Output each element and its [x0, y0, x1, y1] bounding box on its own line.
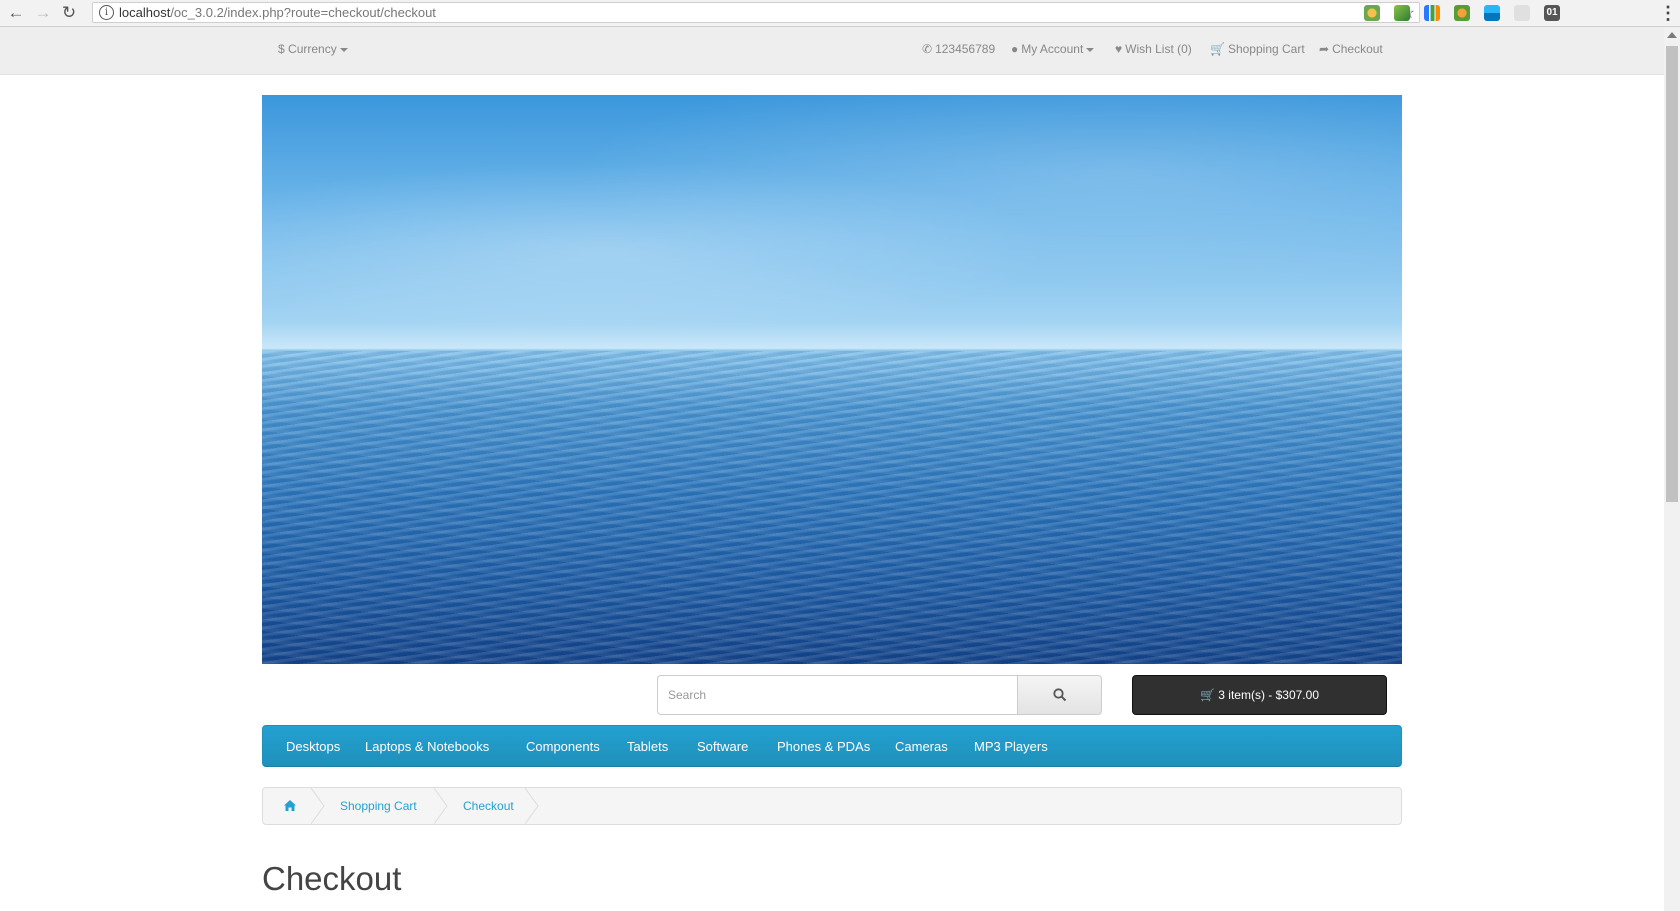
cart-button[interactable]: 🛒 3 item(s) - $307.00	[1132, 675, 1387, 715]
breadcrumb-item-shopping-cart[interactable]: Shopping Cart	[340, 799, 417, 813]
shopping-cart-label: Shopping Cart	[1227, 42, 1305, 56]
header-banner-image	[262, 95, 1402, 664]
share-arrow-icon: ➦	[1319, 42, 1330, 56]
breadcrumb-item-checkout[interactable]: Checkout	[463, 799, 514, 813]
menu-item-laptops-notebooks[interactable]: Laptops & Notebooks	[365, 739, 489, 754]
url-host: localhost	[119, 5, 171, 20]
menu-item-mp3-players[interactable]: MP3 Players	[974, 739, 1048, 754]
chevron-down-icon	[1086, 47, 1095, 52]
currency-dropdown[interactable]: $ Currency	[278, 42, 348, 56]
category-menu: Desktops Laptops & Notebooks Components …	[262, 725, 1402, 767]
checkout-label: Checkout	[1332, 42, 1383, 56]
search-icon	[1053, 688, 1067, 702]
menu-item-phones-pdas[interactable]: Phones & PDAs	[777, 739, 870, 754]
menu-item-software[interactable]: Software	[697, 739, 748, 754]
shopping-cart-link[interactable]: 🛒 Shopping Cart	[1210, 42, 1305, 56]
scrollbar-thumb[interactable]	[1666, 46, 1678, 502]
breadcrumb: Shopping Cart Checkout	[262, 787, 1402, 825]
my-account-label: My Account	[1021, 42, 1084, 56]
search-button[interactable]	[1017, 675, 1102, 715]
forward-arrow-icon[interactable]: →	[33, 3, 53, 23]
url-path: /oc_3.0.2/index.php?route=checkout/check…	[170, 5, 436, 20]
chevron-down-icon	[339, 47, 348, 52]
extension-puzzle-icon[interactable]	[1514, 5, 1530, 21]
address-bar[interactable]: i localhost/oc_3.0.2/index.php?route=che…	[92, 2, 1420, 23]
reload-icon[interactable]: ↻	[59, 3, 79, 23]
phone-icon: ✆	[922, 42, 933, 56]
extension-chart-icon[interactable]	[1424, 5, 1440, 21]
extension-bowl-icon[interactable]	[1454, 5, 1470, 21]
phone-link[interactable]: ✆ 123456789	[922, 42, 995, 56]
user-icon: ●	[1011, 42, 1019, 56]
banner-waves-overlay	[262, 351, 1402, 664]
extension-counter-icon[interactable]: 01	[1544, 5, 1560, 21]
page-title: Checkout	[262, 860, 402, 897]
cart-icon: 🛒	[1199, 688, 1215, 702]
currency-label: Currency	[288, 42, 337, 56]
breadcrumb-separator	[434, 788, 448, 824]
my-account-dropdown[interactable]: ● My Account	[1011, 42, 1095, 56]
address-bar-url[interactable]: localhost/oc_3.0.2/index.php?route=check…	[119, 5, 436, 20]
menu-item-desktops[interactable]: Desktops	[286, 739, 340, 754]
menu-item-cameras[interactable]: Cameras	[895, 739, 948, 754]
checkout-link[interactable]: ➦ Checkout	[1319, 42, 1383, 56]
breadcrumb-separator	[311, 788, 325, 824]
wish-list-label: Wish List (0)	[1125, 42, 1192, 56]
wish-list-link[interactable]: ♥ Wish List (0)	[1115, 42, 1192, 56]
home-icon[interactable]	[283, 799, 297, 812]
extension-basket-icon[interactable]	[1364, 5, 1380, 21]
back-arrow-icon[interactable]: ←	[6, 3, 26, 23]
phone-number: 123456789	[935, 42, 996, 56]
store-top-bar: $ Currency ✆ 123456789 ● My Account ♥ Wish …	[0, 27, 1664, 75]
extension-window-icon[interactable]	[1484, 5, 1500, 21]
cart-summary: 3 item(s) - $307.00	[1218, 688, 1319, 702]
browser-toolbar: ← → ↻ i localhost/oc_3.0.2/index.php?rou…	[0, 0, 1680, 27]
currency-symbol: $	[278, 42, 285, 56]
scroll-up-arrow-icon[interactable]	[1667, 32, 1677, 38]
browser-menu-icon[interactable]: ⋮	[1659, 3, 1677, 23]
cart-icon: 🛒	[1210, 42, 1225, 56]
menu-item-tablets[interactable]: Tablets	[627, 739, 668, 754]
info-icon[interactable]: i	[99, 5, 114, 20]
banner-clouds	[262, 95, 1402, 351]
breadcrumb-separator	[525, 788, 539, 824]
extension-refresh-icon[interactable]	[1394, 5, 1410, 21]
menu-item-components[interactable]: Components	[526, 739, 600, 754]
search-input[interactable]	[657, 675, 1018, 715]
heart-icon: ♥	[1115, 42, 1123, 56]
